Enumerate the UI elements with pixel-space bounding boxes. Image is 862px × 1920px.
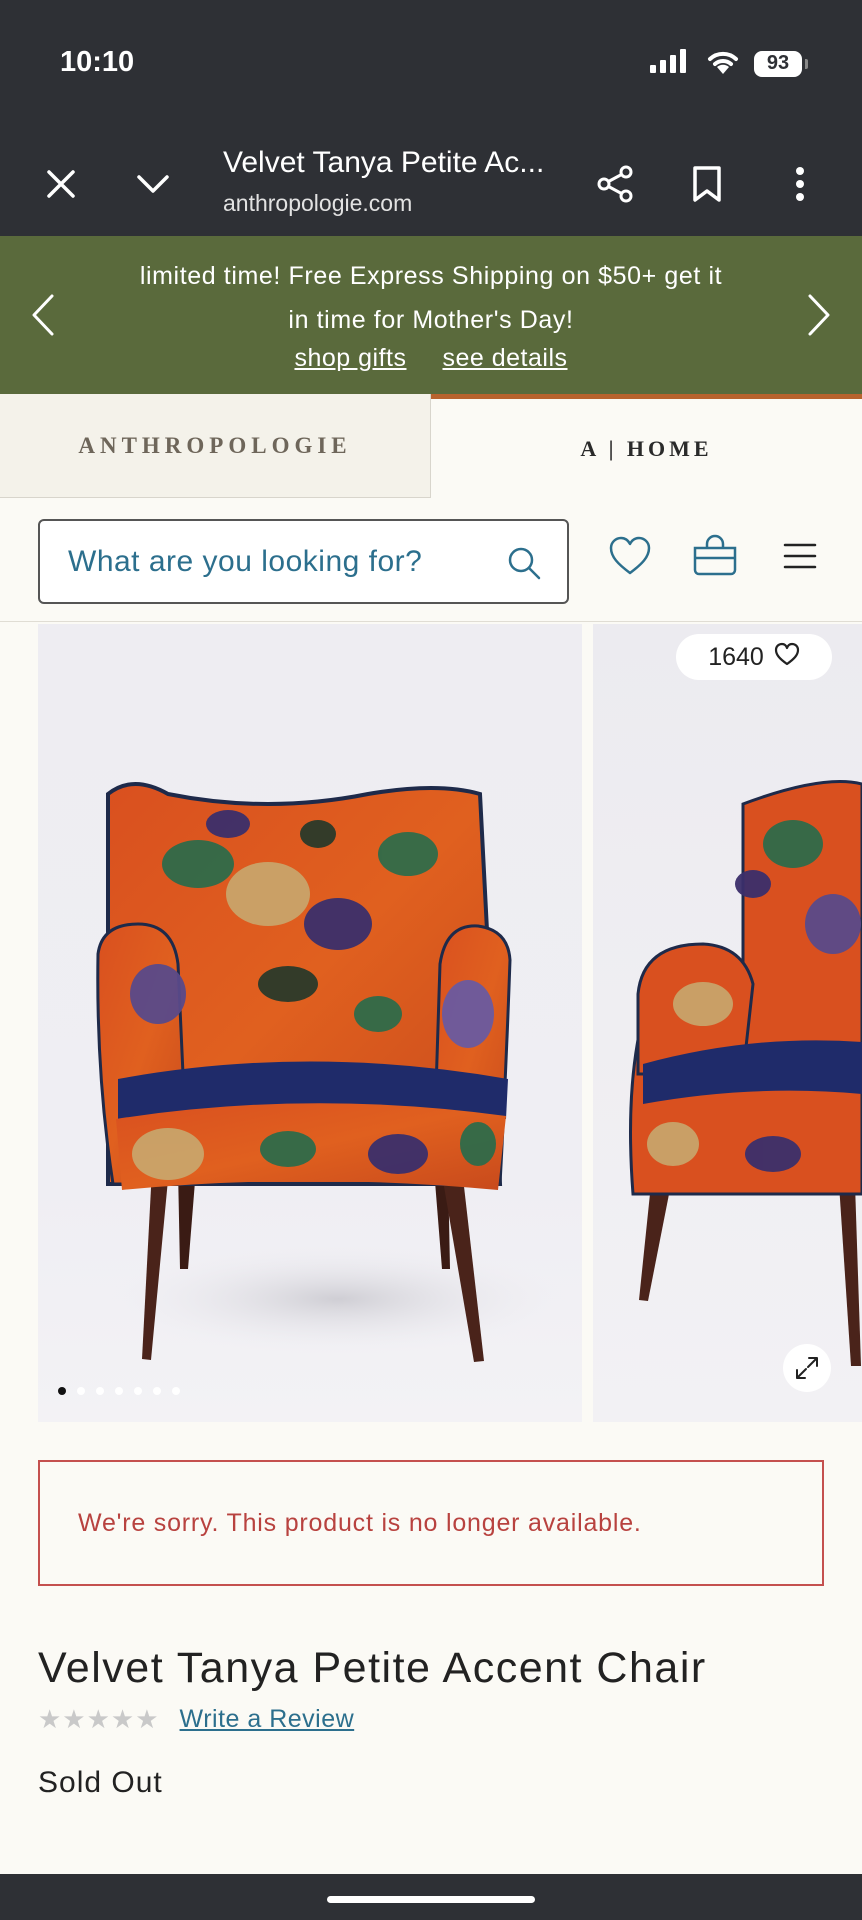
- favorite-count: 1640: [708, 642, 764, 671]
- favorite-count-button[interactable]: 1640: [676, 634, 832, 680]
- gallery-dot[interactable]: [153, 1387, 161, 1395]
- rating-row: ★★★★★ Write a Review: [38, 1704, 354, 1735]
- close-icon[interactable]: [29, 152, 93, 216]
- tab-home[interactable]: A | HOME: [431, 394, 862, 498]
- promo-links: shop gifts see details: [0, 344, 862, 373]
- search-input[interactable]: What are you looking for?: [68, 545, 422, 579]
- product-image-2[interactable]: [593, 624, 862, 1422]
- tab-anthropologie[interactable]: ANTHROPOLOGIE: [0, 394, 431, 498]
- status-time: 10:10: [60, 46, 135, 78]
- system-bottom-bar: [0, 1874, 862, 1920]
- share-icon[interactable]: [583, 152, 647, 216]
- product-image-1[interactable]: [38, 624, 582, 1422]
- chevron-left-icon[interactable]: [24, 292, 64, 343]
- search-icon[interactable]: [506, 545, 542, 586]
- menu-icon[interactable]: [783, 542, 817, 575]
- chevron-down-icon[interactable]: [121, 152, 185, 216]
- gallery-dot[interactable]: [172, 1387, 180, 1395]
- chevron-right-icon[interactable]: [798, 292, 838, 343]
- battery-icon: 93: [754, 50, 808, 77]
- page: 10:10 93 Velvet Tanya Petite Ac... anthr…: [0, 0, 862, 1920]
- promo-line-1: limited time! Free Express Shipping on $…: [139, 262, 723, 290]
- star-rating: ★★★★★: [38, 1704, 160, 1734]
- product-gallery[interactable]: 1640: [38, 624, 862, 1422]
- heart-outline-icon: [774, 642, 800, 673]
- see-details-link[interactable]: see details: [442, 344, 567, 372]
- home-indicator[interactable]: [327, 1896, 535, 1903]
- bag-icon[interactable]: [692, 534, 738, 581]
- write-review-link[interactable]: Write a Review: [180, 1705, 355, 1734]
- gallery-dot[interactable]: [77, 1387, 85, 1395]
- more-vertical-icon[interactable]: [768, 152, 832, 216]
- product-title: Velvet Tanya Petite Accent Chair: [38, 1644, 707, 1692]
- signal-icon: [650, 49, 692, 78]
- bookmark-icon[interactable]: [675, 152, 739, 216]
- gallery-dot[interactable]: [58, 1387, 66, 1395]
- expand-icon[interactable]: [783, 1344, 831, 1392]
- browser-toolbar: Velvet Tanya Petite Ac... anthropologie.…: [0, 130, 862, 236]
- unavailable-message: We're sorry. This product is no longer a…: [78, 1508, 642, 1537]
- browser-url[interactable]: anthropologie.com: [223, 190, 412, 217]
- browser-page-title: Velvet Tanya Petite Ac...: [223, 146, 545, 179]
- shop-gifts-link[interactable]: shop gifts: [294, 344, 406, 372]
- search-box[interactable]: What are you looking for?: [38, 519, 569, 604]
- promo-banner: limited time! Free Express Shipping on $…: [0, 236, 862, 394]
- status-bar: 10:10 93: [0, 0, 862, 130]
- gallery-dot[interactable]: [134, 1387, 142, 1395]
- unavailable-notice: We're sorry. This product is no longer a…: [38, 1460, 824, 1586]
- brand-tabs: ANTHROPOLOGIE A | HOME: [0, 394, 862, 498]
- wifi-icon: [706, 48, 740, 79]
- availability-status: Sold Out: [38, 1766, 163, 1799]
- gallery-pagination: [58, 1387, 180, 1395]
- search-row: What are you looking for?: [0, 498, 862, 622]
- gallery-dot[interactable]: [115, 1387, 123, 1395]
- gallery-dot[interactable]: [96, 1387, 104, 1395]
- status-icons: 93: [650, 48, 808, 79]
- promo-line-2: in time for Mother's Day!: [288, 306, 574, 334]
- heart-icon[interactable]: [608, 536, 652, 581]
